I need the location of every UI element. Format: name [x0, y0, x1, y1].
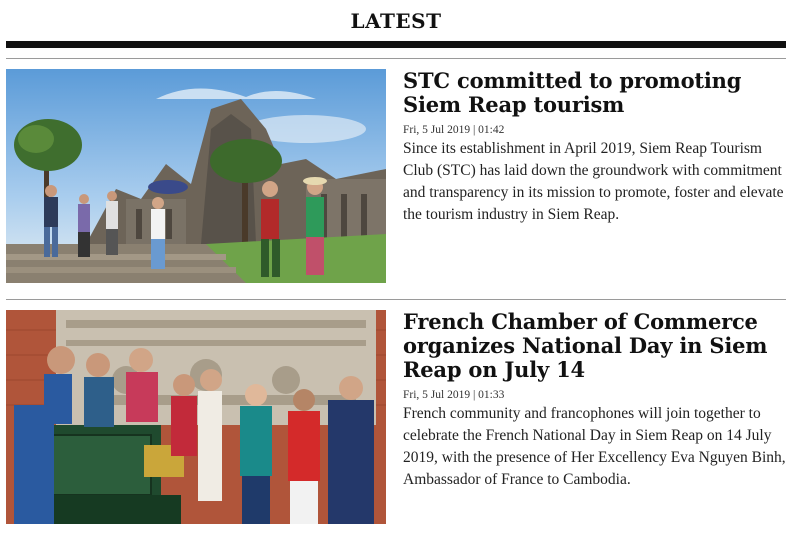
article-card: STC committed to promoting Siem Reap tou… — [6, 69, 786, 284]
article-divider — [6, 58, 786, 59]
article-text: French Chamber of Commerce organizes Nat… — [403, 310, 786, 491]
article-date: Fri, 5 Jul 2019 | 01:42 — [403, 124, 505, 136]
article-headline[interactable]: STC committed to promoting Siem Reap tou… — [403, 69, 786, 117]
article-date: Fri, 5 Jul 2019 | 01:33 — [403, 389, 505, 401]
article-image-angkor-tourists[interactable] — [6, 69, 386, 283]
article-divider — [6, 299, 786, 300]
article-headline[interactable]: French Chamber of Commerce organizes Nat… — [403, 310, 786, 382]
section-rule — [6, 41, 786, 48]
article-card: French Chamber of Commerce organizes Nat… — [6, 310, 786, 525]
article-summary: Since its establishment in April 2019, S… — [403, 140, 784, 223]
article-text: STC committed to promoting Siem Reap tou… — [403, 69, 786, 226]
section-header: LATEST — [6, 0, 786, 48]
section-title: LATEST — [350, 9, 442, 33]
article-image-french-delegation[interactable] — [6, 310, 386, 524]
article-summary: French community and francophones will j… — [403, 405, 786, 488]
